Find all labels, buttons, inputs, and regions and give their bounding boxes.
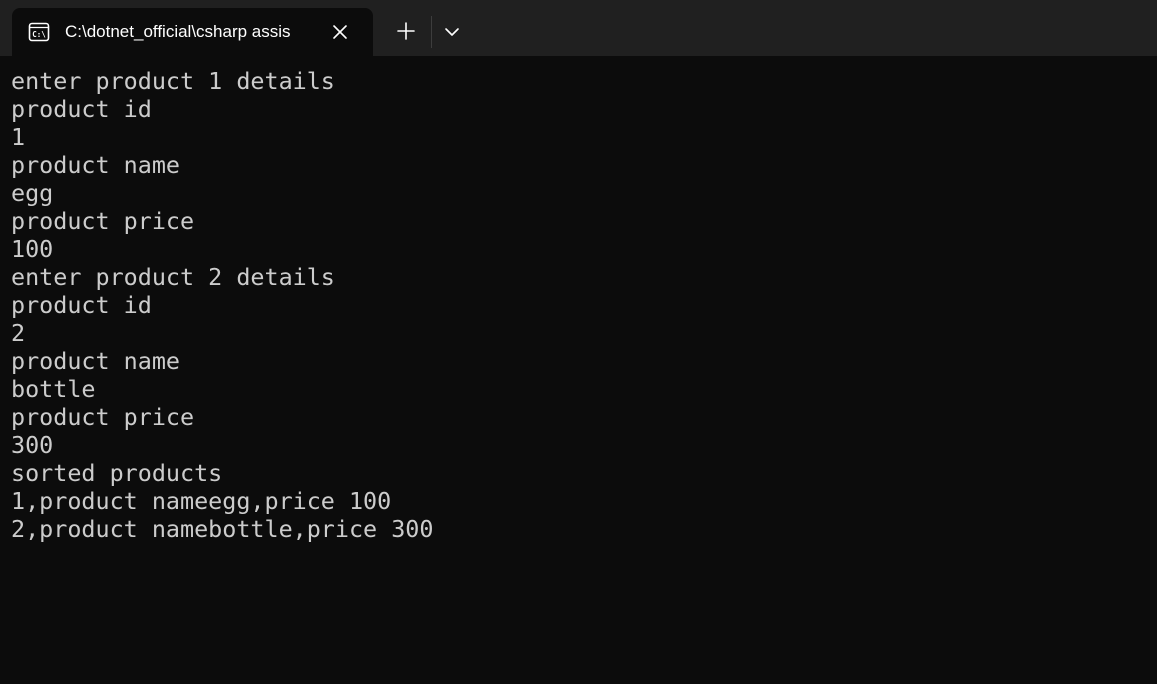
console-line: 300 <box>11 431 54 459</box>
console-line: 2 <box>11 319 26 347</box>
terminal-icon: C:\ <box>28 21 50 43</box>
toolbar-divider <box>431 16 432 48</box>
plus-icon <box>397 22 415 40</box>
svg-text:C:\: C:\ <box>32 30 46 39</box>
console-line: product name <box>11 151 180 179</box>
console-line: enter product 2 details <box>11 263 335 291</box>
new-tab-button[interactable] <box>393 18 419 44</box>
console-line: enter product 1 details <box>11 67 335 95</box>
console-line: 100 <box>11 235 54 263</box>
console-line: 1 <box>11 123 26 151</box>
console-line: egg <box>11 179 54 207</box>
tab-title: C:\dotnet_official\csharp assis <box>65 22 291 41</box>
console-line: sorted products <box>11 459 223 487</box>
title-bar: C:\ C:\dotnet_official\csharp assis <box>0 0 1157 56</box>
active-tab[interactable]: C:\ C:\dotnet_official\csharp assis <box>12 8 373 56</box>
terminal-window: C:\ C:\dotnet_official\csharp assis ente… <box>0 0 1157 684</box>
tab-dropdown-button[interactable] <box>440 20 464 44</box>
console-line: product id <box>11 291 152 319</box>
console-line: bottle <box>11 375 96 403</box>
console-line: product price <box>11 207 195 235</box>
close-icon[interactable] <box>328 20 352 44</box>
chevron-down-icon <box>445 28 459 36</box>
console-output[interactable]: enter product 1 details product id 1 produc… <box>11 67 1157 684</box>
console-line: product price <box>11 403 195 431</box>
console-line: product name <box>11 347 180 375</box>
console-line: 1,product nameegg,price 100 <box>11 487 392 515</box>
console-line: 2,product namebottle,price 300 <box>11 515 434 543</box>
console-line: product id <box>11 95 152 123</box>
